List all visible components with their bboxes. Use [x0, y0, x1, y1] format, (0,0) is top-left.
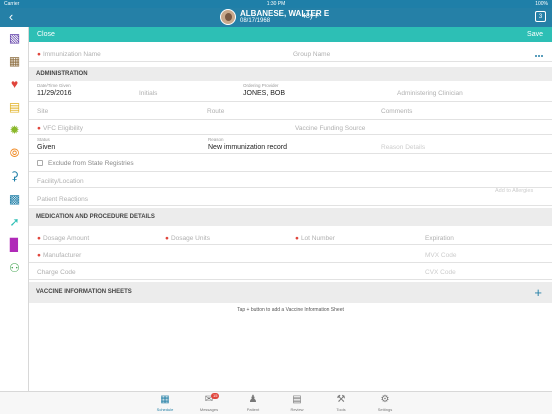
avatar[interactable] [220, 9, 236, 25]
exclude-row: Exclude from State Registries [29, 154, 552, 172]
sidebar: ▧ ▦ ♥ ▤ ✹ ⦾ ⚳ ▩ ➚ ▉ ⚇ [0, 27, 29, 391]
lot-number-field[interactable]: ● Lot Number [295, 235, 335, 242]
battery-level: 100% [535, 1, 548, 7]
image-icon[interactable]: ▩ [7, 192, 22, 207]
virus-icon[interactable]: ✹ [7, 123, 22, 138]
dosage-amount-field[interactable]: ● Dosage Amount [37, 235, 89, 242]
vis-header-label: VACCINE INFORMATION SHEETS [36, 289, 132, 295]
ordering-provider-field[interactable]: JONES, BOB [243, 90, 285, 97]
reason-label: Reason [208, 137, 224, 142]
status-bar: Carrier 1:30 PM 100% [0, 0, 552, 8]
group-name-field[interactable]: Group Name [293, 51, 330, 58]
tab-settings[interactable]: ⚙ Settings [370, 394, 400, 412]
vfc-eligibility-label: VFC Eligibility [42, 125, 84, 132]
initials-field[interactable]: Initials [139, 90, 157, 97]
date-time-field[interactable]: 11/29/2016 [37, 90, 72, 97]
dosage-row: ● Dosage Amount ● Dosage Units ● Lot Number… [29, 226, 552, 245]
tab-settings-label: Settings [377, 407, 393, 412]
manufacturer-row: ● Manufacturer MVX Code [29, 245, 552, 263]
reason-details-field[interactable]: Reason Details [381, 144, 425, 151]
vfc-row: ● VFC Eligibility Vaccine Funding Source [29, 120, 552, 135]
administering-clinician-field[interactable]: Administering Clinician [397, 90, 463, 97]
patient-dob: 08/17/1968 [240, 18, 271, 24]
reason-field[interactable]: New immunization record [208, 144, 287, 151]
status-row: Status Given Reason New immunization rec… [29, 135, 552, 154]
vis-header: VACCINE INFORMATION SHEETS [29, 282, 552, 303]
action-bar: Close Save [29, 27, 552, 42]
patient-age-sex: 48y F [302, 13, 320, 20]
expiration-field[interactable]: Expiration [425, 235, 454, 242]
tools-icon: ⚒ [336, 394, 346, 405]
date-row: Date/Time Given 11/29/2016 Initials Orde… [29, 81, 552, 102]
immunization-name-label: Immunization Name [42, 51, 101, 58]
syringe-icon[interactable]: ➚ [7, 215, 22, 230]
tab-messages-label: Messages [199, 407, 219, 412]
tab-review[interactable]: ▤ Review [282, 394, 312, 412]
dosage-units-label: Dosage Units [170, 235, 210, 242]
tab-tools-label: Tools [336, 407, 346, 412]
calendar-icon[interactable]: ▦ [7, 54, 22, 69]
vaccine-funding-source-field[interactable]: Vaccine Funding Source [295, 125, 365, 132]
clock: 1:30 PM [266, 1, 286, 7]
charge-code-row: Charge Code CVX Code [29, 263, 552, 280]
site-field[interactable]: Site [37, 108, 48, 115]
save-button[interactable]: Save [527, 31, 543, 38]
patient-icon[interactable]: ▧ [7, 31, 22, 46]
test-tube-icon[interactable]: ⚳ [7, 169, 22, 184]
messages-icon: ✉ [204, 394, 214, 405]
med-proc-header: MEDICATION AND PROCEDURE DETAILS [29, 208, 552, 226]
tab-review-label: Review [290, 407, 304, 412]
cvx-code-field[interactable]: CVX Code [425, 269, 456, 276]
tab-schedule-label: Schedule [156, 407, 174, 412]
facility-row: Facility/Location [29, 172, 552, 188]
pill-icon[interactable]: ⦾ [7, 146, 22, 161]
schedule-icon: ▦ [160, 394, 170, 405]
patient-header: ‹ ALBANESE, WALTER E 08/17/1968 48y F 3 [0, 8, 552, 27]
lot-number-label: Lot Number [300, 235, 335, 242]
back-chevron-icon[interactable]: ‹ [4, 10, 18, 24]
facility-location-field[interactable]: Facility/Location [37, 178, 84, 185]
dosage-amount-label: Dosage Amount [42, 235, 90, 242]
vis-hint: Tap + button to add a Vaccine Informatio… [237, 307, 344, 313]
notes-icon[interactable]: ▤ [7, 100, 22, 115]
add-vis-icon[interactable]: + [534, 286, 542, 299]
family-icon[interactable]: ⚇ [7, 261, 22, 276]
reactions-row: Add to Allergies Patient Reactions [29, 188, 552, 206]
vfc-eligibility-field[interactable]: ● VFC Eligibility [37, 125, 83, 132]
dosage-units-field[interactable]: ● Dosage Units [165, 235, 210, 242]
patient-tab-icon: ♟ [248, 394, 258, 405]
tab-patient[interactable]: ♟ Patient [238, 394, 268, 412]
patient-reactions-field[interactable]: Patient Reactions [37, 196, 88, 203]
status-field[interactable]: Given [37, 144, 55, 151]
calendar-day-icon[interactable]: 3 [535, 11, 546, 22]
immunization-name-row: ● Immunization Name Group Name [29, 42, 552, 62]
date-time-label: Date/Time Given [37, 83, 71, 88]
tab-schedule[interactable]: ▦ Schedule [150, 394, 180, 412]
review-icon: ▤ [292, 394, 302, 405]
add-to-allergies-button[interactable]: Add to Allergies [495, 188, 533, 194]
tab-tools[interactable]: ⚒ Tools [326, 394, 356, 412]
status-label: Status [37, 137, 50, 142]
mvx-code-field[interactable]: MVX Code [425, 252, 456, 259]
tab-messages[interactable]: ✉ 15 Messages [194, 393, 224, 412]
bar-chart-icon[interactable]: ▉ [7, 238, 22, 253]
route-field[interactable]: Route [207, 108, 224, 115]
tab-patient-label: Patient [246, 407, 260, 412]
settings-icon: ⚙ [380, 394, 390, 405]
manufacturer-label: Manufacturer [42, 252, 82, 259]
administration-header: ADMINISTRATION [29, 67, 552, 81]
immunization-name-field[interactable]: ● Immunization Name [37, 51, 101, 58]
exclude-label: Exclude from State Registries [48, 160, 134, 167]
manufacturer-field[interactable]: ● Manufacturer [37, 252, 81, 259]
tab-bar: ▦ Schedule ✉ 15 Messages ♟ Patient ▤ Rev… [0, 391, 552, 414]
heart-icon[interactable]: ♥ [7, 77, 22, 92]
more-options-icon[interactable] [535, 52, 544, 57]
comments-field[interactable]: Comments [381, 108, 412, 115]
exclude-checkbox[interactable] [37, 160, 43, 166]
ordering-provider-label: Ordering Provider [243, 83, 279, 88]
site-row: Site Route Comments [29, 102, 552, 120]
close-button[interactable]: Close [37, 31, 55, 38]
charge-code-field[interactable]: Charge Code [37, 269, 76, 276]
